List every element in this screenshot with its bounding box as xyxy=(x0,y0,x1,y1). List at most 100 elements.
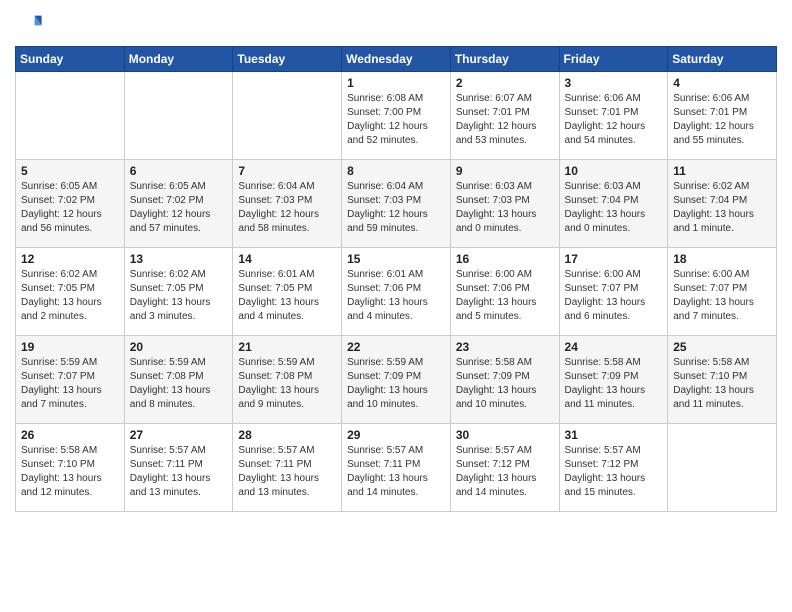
calendar-cell: 29Sunrise: 5:57 AM Sunset: 7:11 PM Dayli… xyxy=(342,424,451,512)
day-info: Sunrise: 6:03 AM Sunset: 7:04 PM Dayligh… xyxy=(565,180,663,236)
day-info: Sunrise: 6:00 AM Sunset: 7:07 PM Dayligh… xyxy=(565,268,663,324)
day-number: 26 xyxy=(21,428,119,442)
day-info: Sunrise: 6:06 AM Sunset: 7:01 PM Dayligh… xyxy=(565,92,663,148)
calendar-cell: 8Sunrise: 6:04 AM Sunset: 7:03 PM Daylig… xyxy=(342,160,451,248)
day-number: 19 xyxy=(21,340,119,354)
calendar-cell: 17 Sunrise: 6:00 AM Sunset: 7:07 PM Dayli… xyxy=(559,248,668,336)
page-header xyxy=(15,10,777,38)
day-number: 6 xyxy=(130,164,228,178)
calendar-cell: 5 Sunrise: 6:05 AM Sunset: 7:02 PM Daylig… xyxy=(16,160,125,248)
calendar-cell: 23 Sunrise: 5:58 AM Sunset: 7:09 PM Dayli… xyxy=(450,336,559,424)
day-info: Sunrise: 6:03 AM Sunset: 7:03 PM Dayligh… xyxy=(456,180,554,236)
day-info: Sunrise: 5:58 AM Sunset: 7:10 PM Dayligh… xyxy=(673,356,771,412)
calendar-week-row: 5 Sunrise: 6:05 AM Sunset: 7:02 PM Daylig… xyxy=(16,160,777,248)
calendar-cell: 28 Sunrise: 5:57 AM Sunset: 7:11 PM Dayli… xyxy=(233,424,342,512)
day-info: Sunrise: 5:57 AM Sunset: 7:11 PM Dayligh… xyxy=(130,444,228,500)
day-info: Sunrise: 5:59 AM Sunset: 7:08 PM Dayligh… xyxy=(238,356,336,412)
day-number: 14 xyxy=(238,252,336,266)
calendar-cell xyxy=(668,424,777,512)
calendar-cell: 11 Sunrise: 6:02 AM Sunset: 7:04 PM Dayli… xyxy=(668,160,777,248)
day-number: 7 xyxy=(238,164,336,178)
day-info: Sunrise: 5:59 AM Sunset: 7:09 PM Dayligh… xyxy=(347,356,445,412)
calendar-cell: 31 Sunrise: 5:57 AM Sunset: 7:12 PM Dayli… xyxy=(559,424,668,512)
calendar-week-row: 26 Sunrise: 5:58 AM Sunset: 7:10 PM Dayli… xyxy=(16,424,777,512)
day-number: 15 xyxy=(347,252,445,266)
day-info: Sunrise: 5:57 AM Sunset: 7:12 PM Dayligh… xyxy=(456,444,554,500)
day-info: Sunrise: 5:59 AM Sunset: 7:08 PM Dayligh… xyxy=(130,356,228,412)
calendar-cell: 4 Sunrise: 6:06 AM Sunset: 7:01 PM Daylig… xyxy=(668,72,777,160)
day-number: 21 xyxy=(238,340,336,354)
calendar-cell: 20 Sunrise: 5:59 AM Sunset: 7:08 PM Dayli… xyxy=(124,336,233,424)
day-info: Sunrise: 6:01 AM Sunset: 7:06 PM Dayligh… xyxy=(347,268,445,324)
day-number: 4 xyxy=(673,76,771,90)
day-number: 25 xyxy=(673,340,771,354)
calendar-header: SundayMondayTuesdayWednesdayThursdayFrid… xyxy=(16,47,777,72)
calendar-cell: 7 Sunrise: 6:04 AM Sunset: 7:03 PM Daylig… xyxy=(233,160,342,248)
calendar-cell: 2 Sunrise: 6:07 AM Sunset: 7:01 PM Daylig… xyxy=(450,72,559,160)
day-info: Sunrise: 5:57 AM Sunset: 7:11 PM Dayligh… xyxy=(347,444,445,500)
calendar-cell: 15 Sunrise: 6:01 AM Sunset: 7:06 PM Dayli… xyxy=(342,248,451,336)
day-info: Sunrise: 6:07 AM Sunset: 7:01 PM Dayligh… xyxy=(456,92,554,148)
day-number: 11 xyxy=(673,164,771,178)
weekday-header-wednesday: Wednesday xyxy=(342,47,451,72)
day-info: Sunrise: 6:04 AM Sunset: 7:03 PM Dayligh… xyxy=(238,180,336,236)
calendar-cell: 27Sunrise: 5:57 AM Sunset: 7:11 PM Dayli… xyxy=(124,424,233,512)
day-number: 17 xyxy=(565,252,663,266)
day-number: 2 xyxy=(456,76,554,90)
day-number: 18 xyxy=(673,252,771,266)
day-info: Sunrise: 6:02 AM Sunset: 7:05 PM Dayligh… xyxy=(21,268,119,324)
day-info: Sunrise: 6:01 AM Sunset: 7:05 PM Dayligh… xyxy=(238,268,336,324)
calendar-cell: 19 Sunrise: 5:59 AM Sunset: 7:07 PM Dayli… xyxy=(16,336,125,424)
weekday-header-saturday: Saturday xyxy=(668,47,777,72)
calendar-cell: 12 Sunrise: 6:02 AM Sunset: 7:05 PM Dayli… xyxy=(16,248,125,336)
calendar-cell xyxy=(124,72,233,160)
calendar-cell: 24Sunrise: 5:58 AM Sunset: 7:09 PM Dayli… xyxy=(559,336,668,424)
day-info: Sunrise: 6:08 AM Sunset: 7:00 PM Dayligh… xyxy=(347,92,445,148)
day-number: 28 xyxy=(238,428,336,442)
day-number: 13 xyxy=(130,252,228,266)
calendar-cell xyxy=(16,72,125,160)
calendar-week-row: 1 Sunrise: 6:08 AM Sunset: 7:00 PM Daylig… xyxy=(16,72,777,160)
calendar-cell: 18 Sunrise: 6:00 AM Sunset: 7:07 PM Dayli… xyxy=(668,248,777,336)
day-info: Sunrise: 6:00 AM Sunset: 7:07 PM Dayligh… xyxy=(673,268,771,324)
calendar-week-row: 19 Sunrise: 5:59 AM Sunset: 7:07 PM Dayli… xyxy=(16,336,777,424)
calendar-cell: 1 Sunrise: 6:08 AM Sunset: 7:00 PM Daylig… xyxy=(342,72,451,160)
day-info: Sunrise: 6:04 AM Sunset: 7:03 PM Dayligh… xyxy=(347,180,445,236)
day-info: Sunrise: 6:02 AM Sunset: 7:05 PM Dayligh… xyxy=(130,268,228,324)
day-info: Sunrise: 5:57 AM Sunset: 7:11 PM Dayligh… xyxy=(238,444,336,500)
calendar-cell: 16 Sunrise: 6:00 AM Sunset: 7:06 PM Dayli… xyxy=(450,248,559,336)
day-number: 9 xyxy=(456,164,554,178)
weekday-header-sunday: Sunday xyxy=(16,47,125,72)
day-info: Sunrise: 6:05 AM Sunset: 7:02 PM Dayligh… xyxy=(21,180,119,236)
weekday-header-thursday: Thursday xyxy=(450,47,559,72)
day-number: 30 xyxy=(456,428,554,442)
calendar-cell: 13 Sunrise: 6:02 AM Sunset: 7:05 PM Dayli… xyxy=(124,248,233,336)
day-number: 16 xyxy=(456,252,554,266)
weekday-header-row: SundayMondayTuesdayWednesdayThursdayFrid… xyxy=(16,47,777,72)
day-info: Sunrise: 5:57 AM Sunset: 7:12 PM Dayligh… xyxy=(565,444,663,500)
day-info: Sunrise: 6:06 AM Sunset: 7:01 PM Dayligh… xyxy=(673,92,771,148)
logo-icon xyxy=(15,10,43,38)
calendar-cell: 14 Sunrise: 6:01 AM Sunset: 7:05 PM Dayli… xyxy=(233,248,342,336)
day-number: 24 xyxy=(565,340,663,354)
day-info: Sunrise: 5:59 AM Sunset: 7:07 PM Dayligh… xyxy=(21,356,119,412)
day-info: Sunrise: 6:02 AM Sunset: 7:04 PM Dayligh… xyxy=(673,180,771,236)
weekday-header-tuesday: Tuesday xyxy=(233,47,342,72)
calendar-cell: 10Sunrise: 6:03 AM Sunset: 7:04 PM Dayli… xyxy=(559,160,668,248)
calendar-cell xyxy=(233,72,342,160)
calendar-cell: 22 Sunrise: 5:59 AM Sunset: 7:09 PM Dayli… xyxy=(342,336,451,424)
day-number: 12 xyxy=(21,252,119,266)
day-number: 20 xyxy=(130,340,228,354)
day-number: 23 xyxy=(456,340,554,354)
day-number: 22 xyxy=(347,340,445,354)
day-info: Sunrise: 5:58 AM Sunset: 7:10 PM Dayligh… xyxy=(21,444,119,500)
day-number: 3 xyxy=(565,76,663,90)
day-info: Sunrise: 6:00 AM Sunset: 7:06 PM Dayligh… xyxy=(456,268,554,324)
day-number: 31 xyxy=(565,428,663,442)
day-info: Sunrise: 5:58 AM Sunset: 7:09 PM Dayligh… xyxy=(456,356,554,412)
day-number: 5 xyxy=(21,164,119,178)
day-number: 1 xyxy=(347,76,445,90)
calendar-body: 1 Sunrise: 6:08 AM Sunset: 7:00 PM Daylig… xyxy=(16,72,777,512)
day-info: Sunrise: 6:05 AM Sunset: 7:02 PM Dayligh… xyxy=(130,180,228,236)
calendar-cell: 21 Sunrise: 5:59 AM Sunset: 7:08 PM Dayli… xyxy=(233,336,342,424)
